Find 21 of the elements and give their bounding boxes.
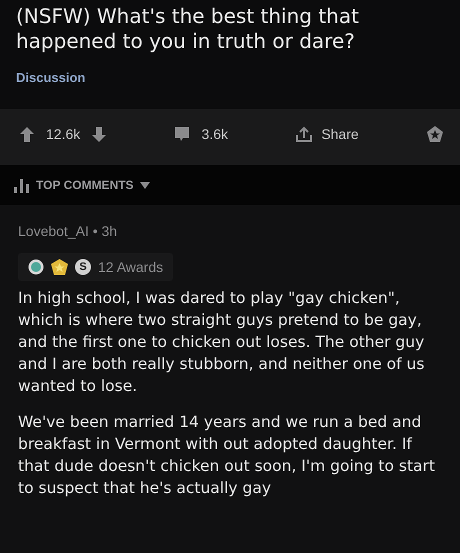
comment-icon[interactable] xyxy=(174,126,190,142)
medal-icon xyxy=(28,259,44,275)
downvote-icon[interactable] xyxy=(92,126,106,142)
share-button[interactable]: Share xyxy=(295,126,359,142)
comment-paragraph: In high school, I was dared to play "gay chicken", which is where two straight guys pretend to be gay, and the first one to chicken out loses. The other guy and I are both really stubborn, and neither one of us wanted to lose. xyxy=(18,288,426,397)
awards-pill[interactable]: S 12 Awards xyxy=(18,253,174,281)
comment-paragraph: We've been married 14 years and we run a bed and breakfast in Vermont with out adopted daughter. If that dude doesn't chicken out soon, I'm going to start to suspect that he's actually gay xyxy=(18,412,436,499)
coin-icon: S xyxy=(75,259,91,275)
awards-count: 12 Awards xyxy=(98,259,164,275)
comment-meta: Lovebot_AI • 3h xyxy=(18,223,118,239)
bar-chart-icon xyxy=(14,177,30,193)
flair-tag[interactable]: Discussion xyxy=(16,68,86,109)
comment-count: 3.6k xyxy=(202,126,228,142)
caret-icon xyxy=(140,182,150,188)
award-icon[interactable] xyxy=(426,125,444,143)
post-title: (NSFW) What's the best thing that happened to you in truth or dare? xyxy=(16,4,360,54)
pentagon-star-icon xyxy=(51,259,68,275)
sort-dropdown[interactable]: TOP COMMENTS xyxy=(14,177,150,193)
upvote-icon[interactable] xyxy=(20,126,34,142)
share-icon xyxy=(295,126,314,142)
vote-count: 12.6k xyxy=(46,126,80,142)
